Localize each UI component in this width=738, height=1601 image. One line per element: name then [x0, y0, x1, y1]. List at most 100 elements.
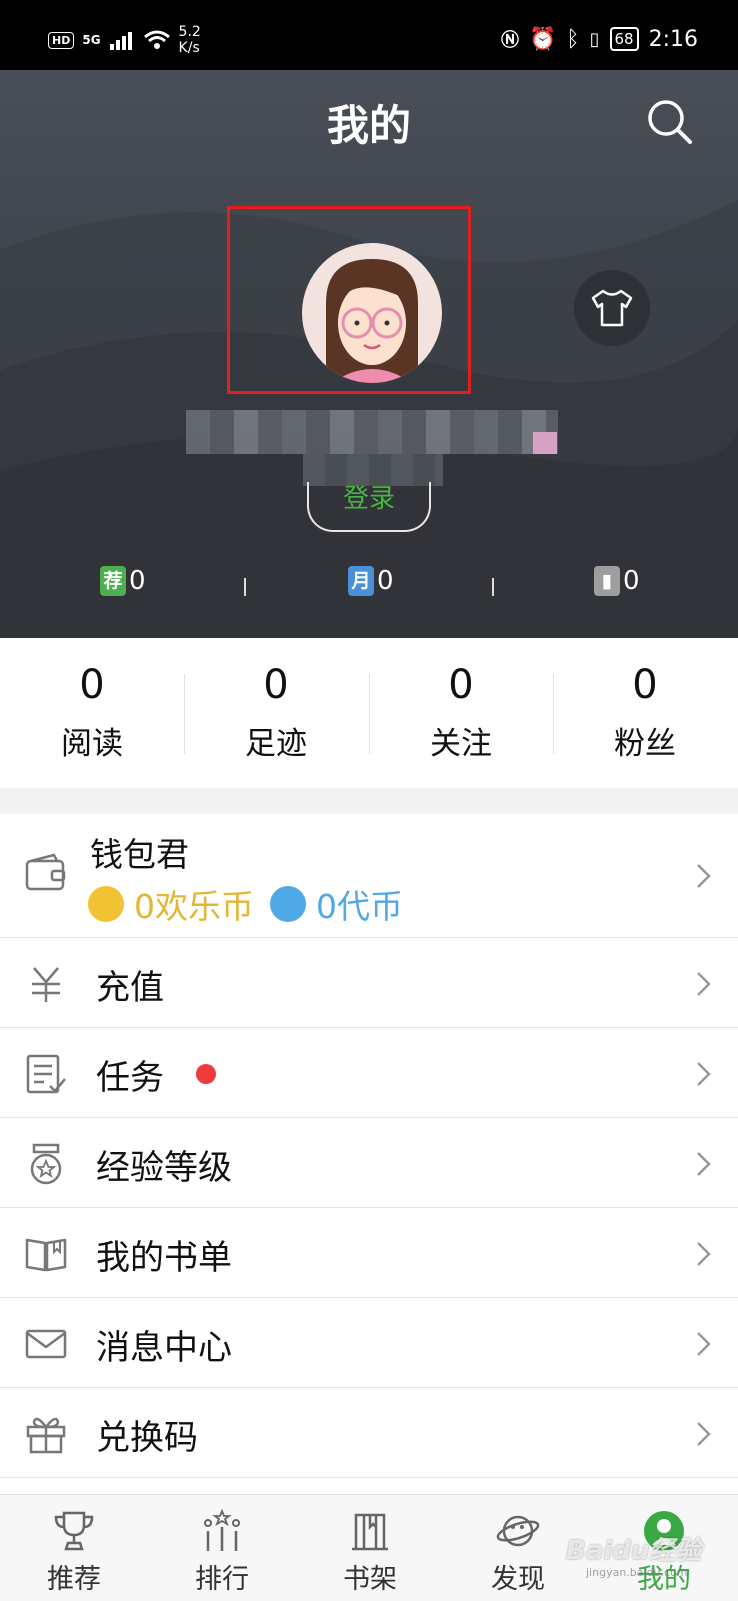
blurred-username [186, 410, 558, 454]
bluetooth-icon: ᛒ [566, 26, 580, 52]
yen-icon [32, 967, 60, 1002]
level-label: 经验等级 [96, 1148, 232, 1188]
voucher-balance: 0代币 [316, 887, 403, 926]
tshirt-icon [591, 289, 633, 327]
wallet-balances: 0欢乐币 0代币 [88, 880, 403, 928]
nav-ranking[interactable]: 排行 [148, 1495, 296, 1601]
profile-header: 我的 登录 荐 0 月 0 ▮ 0 [0, 70, 738, 638]
reading-count: 0 [79, 662, 105, 708]
following-label: 关注 [430, 726, 492, 762]
booklist-label: 我的书单 [96, 1238, 232, 1278]
fans-label: 粉丝 [614, 726, 676, 762]
count-following[interactable]: 0 关注 [369, 638, 553, 788]
battery-icon: 68 [609, 27, 639, 51]
chevron-right-icon [697, 1332, 711, 1356]
wifi-icon [143, 30, 170, 49]
recommend-ticket-stat[interactable]: 荐 0 [100, 566, 146, 596]
nav-recommend-label: 推荐 [47, 1564, 101, 1595]
count-reading[interactable]: 0 阅读 [0, 638, 184, 788]
menu-item-tasks[interactable]: 任务 [0, 1028, 738, 1118]
avatar-highlight-box [227, 206, 471, 394]
recommend-ticket-icon: 荐 [100, 566, 126, 596]
signal-icon [109, 32, 132, 50]
blade-ticket-count: 0 [623, 566, 640, 596]
speed-unit: K/s [178, 40, 200, 56]
avatar[interactable] [302, 243, 442, 383]
blade-ticket-icon: ▮ [594, 566, 620, 596]
section-gap [0, 788, 738, 814]
blade-ticket-stat[interactable]: ▮ 0 [594, 566, 640, 596]
mail-icon [25, 1329, 67, 1359]
footprint-label: 足迹 [245, 726, 307, 762]
chevron-right-icon [697, 972, 711, 996]
voucher-coin-icon [270, 886, 306, 922]
wallet-title: 钱包君 [90, 835, 189, 874]
book-icon [25, 1238, 67, 1272]
login-button[interactable]: 登录 [307, 482, 431, 532]
task-icon [26, 1054, 66, 1094]
nav-bookshelf-label: 书架 [343, 1564, 397, 1595]
menu-item-messages[interactable]: 消息中心 [0, 1298, 738, 1388]
monthly-ticket-stat[interactable]: 月 0 [348, 566, 394, 596]
monthly-ticket-count: 0 [377, 566, 394, 596]
menu-item-level[interactable]: 经验等级 [0, 1118, 738, 1208]
baidu-watermark: Baidu经验 [566, 1536, 702, 1566]
bookshelf-icon [352, 1513, 388, 1551]
page-title: 我的 [326, 101, 411, 150]
footprint-count: 0 [263, 662, 289, 708]
chevron-right-icon [697, 1242, 711, 1266]
search-button[interactable] [644, 96, 696, 148]
time: 2:16 [648, 26, 698, 52]
menu-item-booklist[interactable]: 我的书单 [0, 1208, 738, 1298]
notification-dot [196, 1064, 216, 1084]
chevron-right-icon [697, 1422, 711, 1446]
fans-count: 0 [632, 662, 658, 708]
happy-coin-balance: 0欢乐币 [134, 887, 254, 926]
status-bar: HD 5G 5.2 K/s Ⓝ ⏰ ᛒ ▯ 68 2:16 [0, 0, 738, 70]
tasks-label: 任务 [96, 1058, 164, 1098]
hd-badge: HD [48, 31, 75, 49]
nav-bookshelf[interactable]: 书架 [296, 1495, 444, 1601]
nav-ranking-label: 排行 [195, 1564, 249, 1595]
status-right: Ⓝ ⏰ ᛒ ▯ 68 2:16 [501, 26, 698, 52]
nav-recommend[interactable]: 推荐 [0, 1495, 148, 1601]
happy-coin-icon [88, 886, 124, 922]
nfc-icon: Ⓝ [500, 30, 519, 51]
chevron-right-icon [697, 1062, 711, 1086]
dress-up-button[interactable] [574, 270, 650, 346]
avatar-girl-icon [326, 259, 418, 383]
network-type: 5G [82, 33, 101, 47]
wallet-icon [25, 853, 66, 891]
stat-divider [492, 578, 494, 596]
vibrate-icon: ▯ [589, 28, 600, 50]
messages-label: 消息中心 [96, 1328, 232, 1368]
network-speed: 5.2 K/s [179, 24, 201, 56]
count-fans[interactable]: 0 粉丝 [553, 638, 737, 788]
gift-icon [26, 1417, 66, 1454]
chevron-right-icon [697, 1152, 711, 1176]
chevron-right-icon [697, 864, 711, 888]
planet-icon [496, 1515, 540, 1547]
count-footprint[interactable]: 0 足迹 [184, 638, 368, 788]
medal-icon [30, 1143, 62, 1185]
blurred-username-accent [533, 432, 557, 454]
recommend-ticket-count: 0 [129, 566, 146, 596]
search-icon [648, 100, 692, 144]
ranking-icon [204, 1509, 240, 1551]
redeem-label: 兑换码 [96, 1418, 198, 1458]
baidu-watermark-url: jingyan.baidu.com [586, 1566, 688, 1579]
ticket-stats: 荐 0 月 0 ▮ 0 [0, 566, 738, 610]
following-count: 0 [448, 662, 474, 708]
monthly-ticket-icon: 月 [348, 566, 374, 596]
menu-list: 钱包君 0欢乐币 0代币 充值 任务 经验等级 我的书单 消息中心 兑换码 [0, 814, 738, 1478]
trophy-icon [54, 1511, 94, 1551]
speed-value: 5.2 [178, 24, 201, 40]
alarm-icon: ⏰ [528, 26, 557, 52]
menu-item-wallet[interactable]: 钱包君 0欢乐币 0代币 [0, 814, 738, 938]
reading-label: 阅读 [61, 726, 123, 762]
activity-counts: 0 阅读 0 足迹 0 关注 0 粉丝 [0, 638, 738, 788]
recharge-label: 充值 [96, 968, 164, 1008]
menu-item-recharge[interactable]: 充值 [0, 938, 738, 1028]
menu-item-redeem[interactable]: 兑换码 [0, 1388, 738, 1478]
status-left: HD 5G 5.2 K/s [48, 24, 201, 56]
